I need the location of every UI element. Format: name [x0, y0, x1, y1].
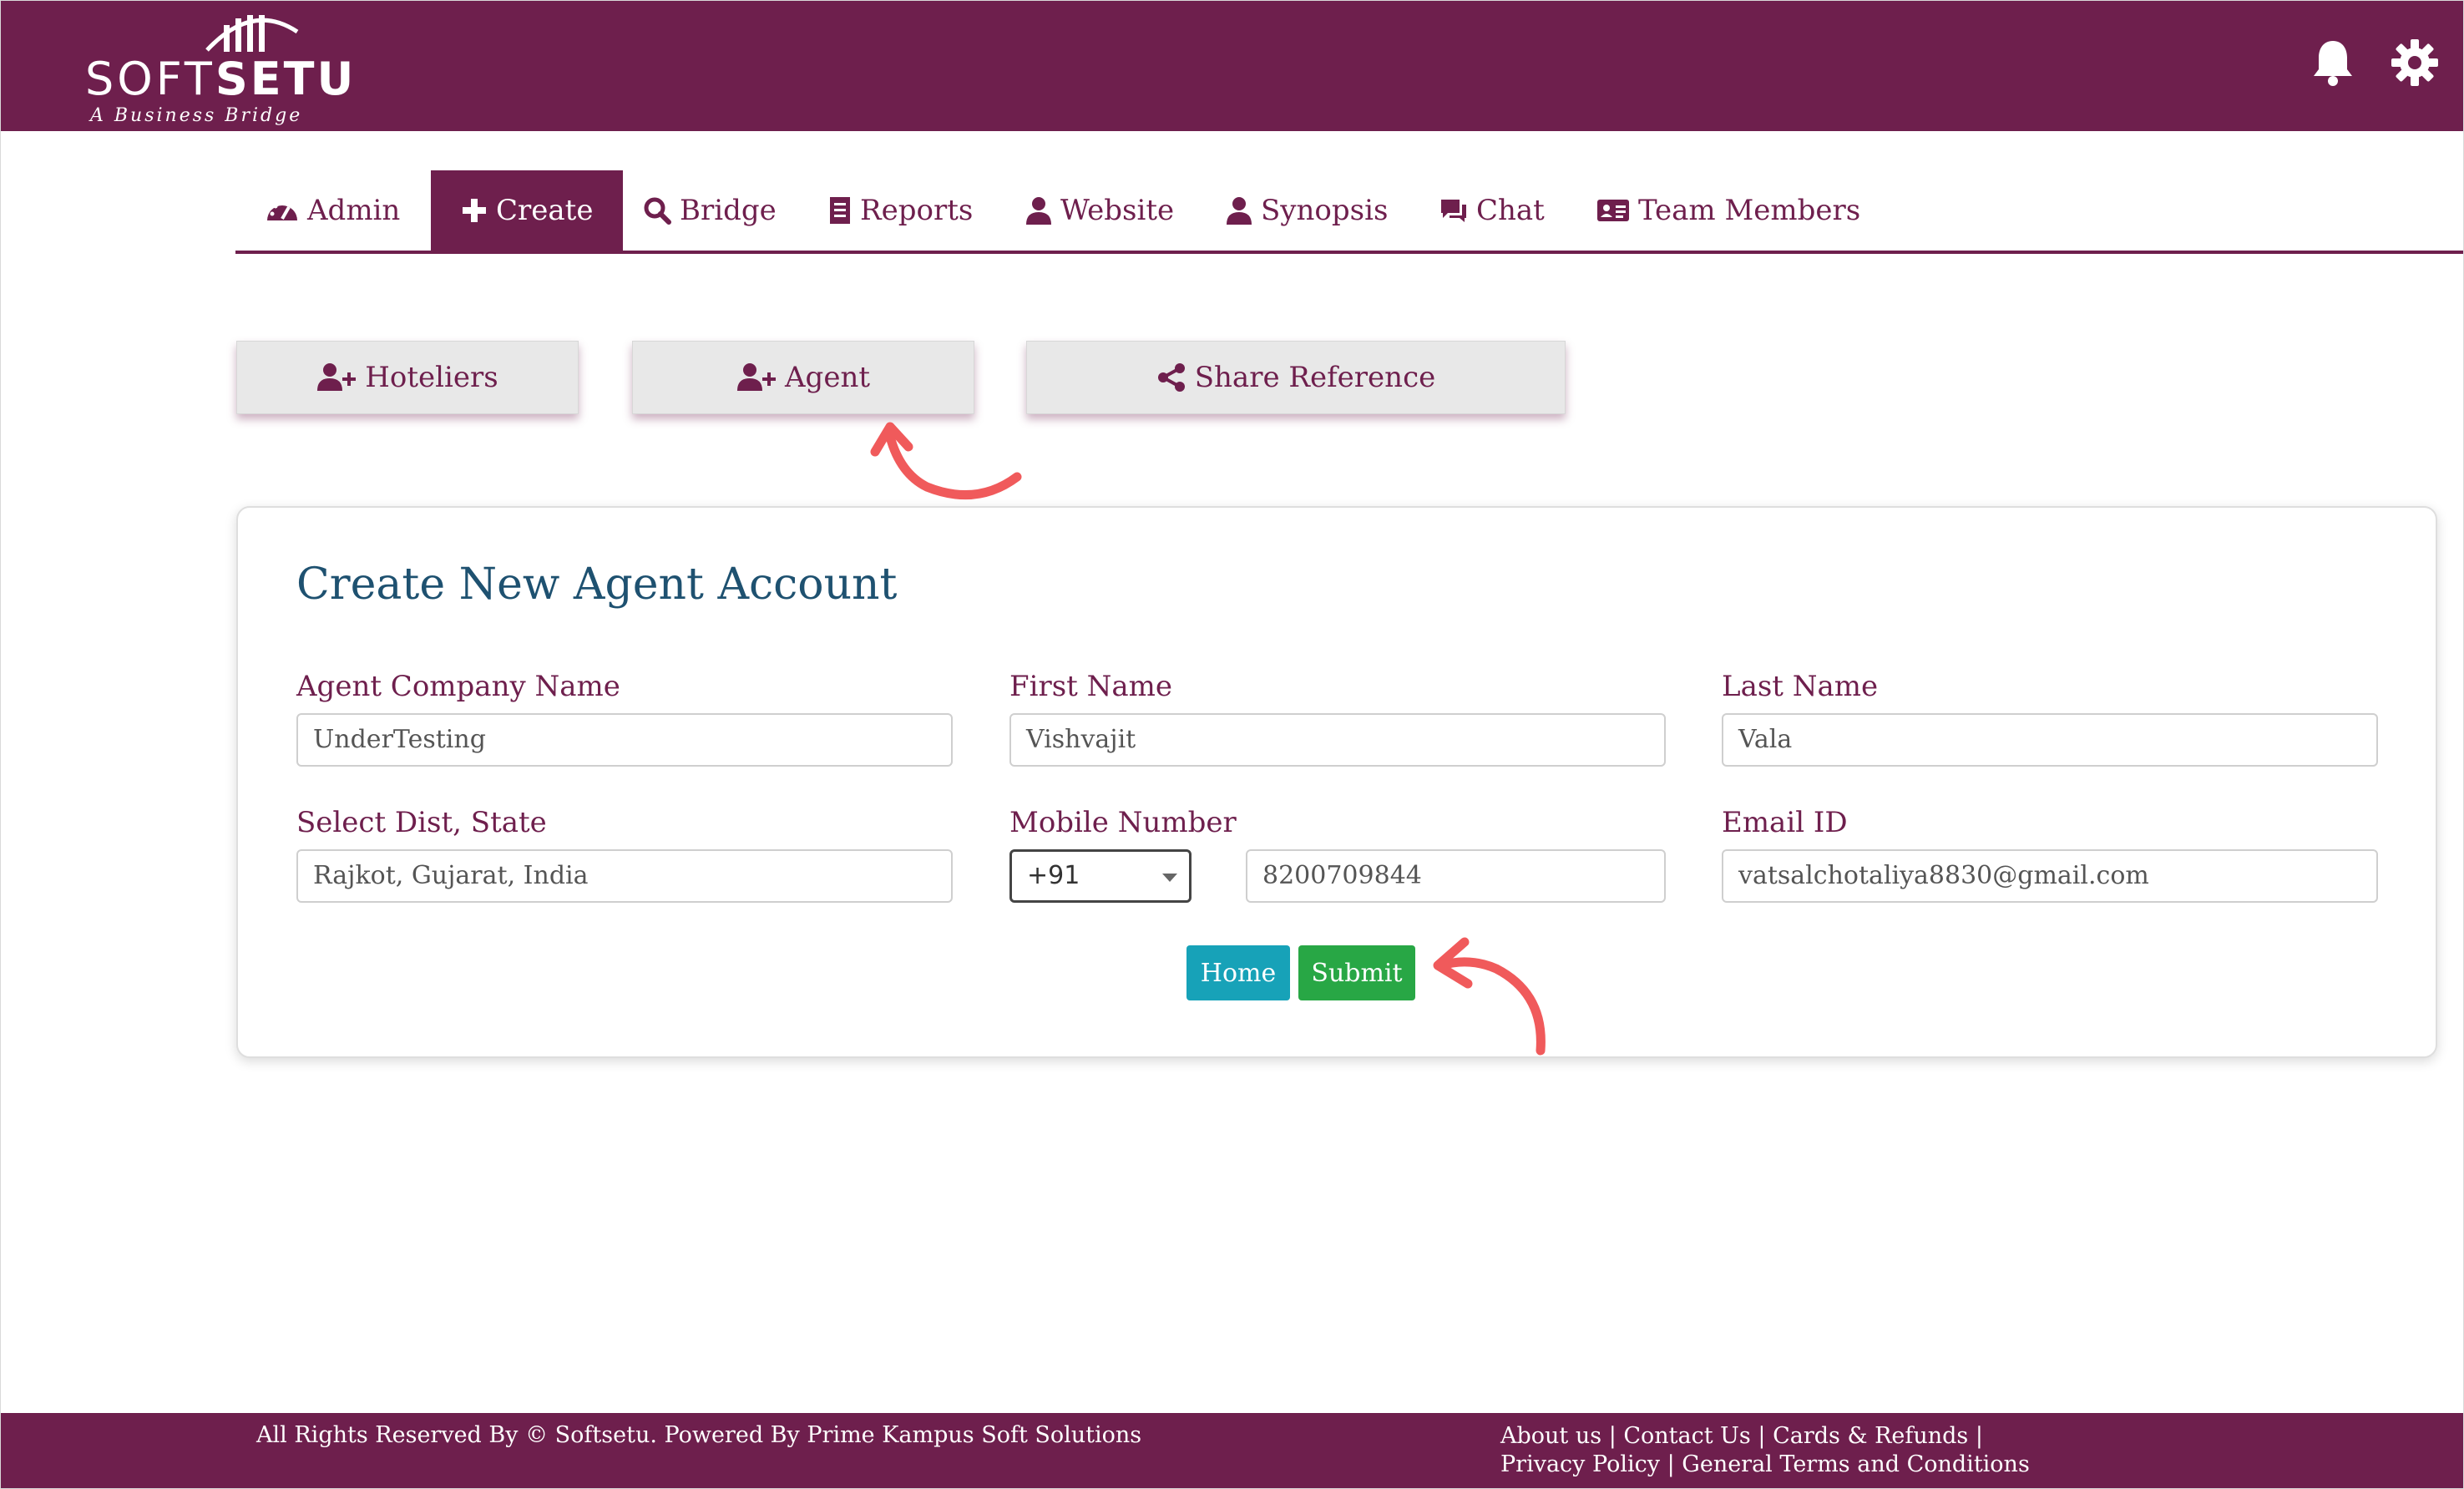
- id-card-icon: [1597, 200, 1629, 221]
- top-header: SOFTSETU A Business Bridge: [0, 0, 2464, 131]
- first-name-label: First Name: [1009, 670, 1173, 703]
- tab-reports-label: Reports: [860, 194, 974, 227]
- softsetu-logo[interactable]: SOFTSETU A Business Bridge: [85, 7, 353, 128]
- district-input[interactable]: Rajkot, Gujarat, India: [296, 849, 953, 903]
- tab-synopsis[interactable]: Synopsis: [1226, 170, 1388, 251]
- share-icon: [1157, 363, 1185, 392]
- footer-link-cards-refunds[interactable]: Cards & Refunds: [1773, 1423, 1968, 1449]
- bridge-logo-icon: [205, 15, 299, 52]
- chevron-down-icon: [1162, 874, 1177, 882]
- comments-icon: [1441, 200, 1466, 222]
- footer: All Rights Reserved By © Softsetu. Power…: [0, 1413, 2464, 1489]
- brand-name-light: SOFT: [85, 53, 215, 105]
- gear-icon[interactable]: [2390, 38, 2440, 91]
- district-label: Select Dist, State: [296, 806, 547, 839]
- footer-copyright: All Rights Reserved By © Softsetu. Power…: [256, 1422, 1142, 1448]
- footer-links: About us | Contact Us | Cards & Refunds …: [1500, 1423, 2030, 1477]
- user-icon: [1227, 197, 1252, 225]
- user-plus-icon: [317, 363, 357, 391]
- email-input[interactable]: vatsalchotaliya8830@gmail.com: [1722, 849, 2378, 903]
- last-name-label: Last Name: [1722, 670, 1879, 703]
- tab-team-members[interactable]: Team Members: [1596, 170, 1860, 251]
- receipt-icon: [830, 197, 850, 224]
- user-icon: [1026, 197, 1051, 225]
- footer-link-privacy[interactable]: Privacy Policy: [1500, 1451, 1660, 1477]
- main-nav: Admin Create Bridge Reports Website Syno…: [235, 170, 2464, 254]
- footer-link-about[interactable]: About us: [1500, 1423, 1601, 1449]
- agent-button[interactable]: Agent: [632, 341, 974, 414]
- hoteliers-button[interactable]: Hoteliers: [236, 341, 579, 414]
- annotation-arrow-icon: [1433, 937, 1546, 1056]
- first-name-input[interactable]: Vishvajit: [1009, 713, 1666, 767]
- tab-website-label: Website: [1060, 194, 1175, 227]
- tab-synopsis-label: Synopsis: [1261, 194, 1389, 227]
- mobile-number-input[interactable]: 8200709844: [1246, 849, 1666, 903]
- share-reference-button[interactable]: Share Reference: [1026, 341, 1566, 414]
- brand-name: SOFTSETU: [85, 53, 356, 105]
- footer-link-contact[interactable]: Contact Us: [1623, 1423, 1750, 1449]
- tab-chat[interactable]: Chat: [1439, 170, 1545, 251]
- home-button[interactable]: Home: [1186, 945, 1290, 1000]
- email-label: Email ID: [1722, 806, 1848, 839]
- tab-website[interactable]: Website: [1025, 170, 1174, 251]
- company-name-input[interactable]: UnderTesting: [296, 713, 953, 767]
- tab-bridge-label: Bridge: [680, 194, 777, 227]
- tab-create-label: Create: [496, 194, 594, 227]
- tab-bridge[interactable]: Bridge: [643, 170, 777, 251]
- agent-button-label: Agent: [785, 361, 870, 394]
- hoteliers-button-label: Hoteliers: [365, 361, 498, 394]
- tab-team-members-label: Team Members: [1638, 194, 1861, 227]
- user-plus-icon: [737, 363, 776, 391]
- search-icon: [644, 197, 671, 225]
- last-name-input[interactable]: Vala: [1722, 713, 2378, 767]
- plus-icon: [463, 199, 486, 222]
- company-name-label: Agent Company Name: [296, 670, 620, 703]
- tab-chat-label: Chat: [1476, 194, 1545, 227]
- tab-admin-label: Admin: [307, 194, 401, 227]
- create-agent-card: Create New Agent Account Agent Company N…: [236, 506, 2437, 1058]
- tab-reports[interactable]: Reports: [828, 170, 973, 251]
- mobile-number-label: Mobile Number: [1009, 806, 1237, 839]
- submit-button[interactable]: Submit: [1298, 945, 1415, 1000]
- brand-tagline: A Business Bridge: [90, 105, 303, 126]
- tab-admin[interactable]: Admin: [266, 170, 400, 251]
- footer-link-terms[interactable]: General Terms and Conditions: [1682, 1451, 2030, 1477]
- bell-icon[interactable]: [2311, 38, 2361, 91]
- form-title: Create New Agent Account: [296, 560, 898, 610]
- country-code-value: +91: [1027, 861, 1080, 890]
- share-reference-button-label: Share Reference: [1194, 361, 1436, 394]
- dashboard-icon: [267, 200, 297, 220]
- country-code-select[interactable]: +91: [1009, 849, 1192, 903]
- tab-create[interactable]: Create: [431, 170, 624, 251]
- brand-name-bold: SETU: [215, 53, 357, 105]
- annotation-arrow-icon: [870, 422, 1022, 500]
